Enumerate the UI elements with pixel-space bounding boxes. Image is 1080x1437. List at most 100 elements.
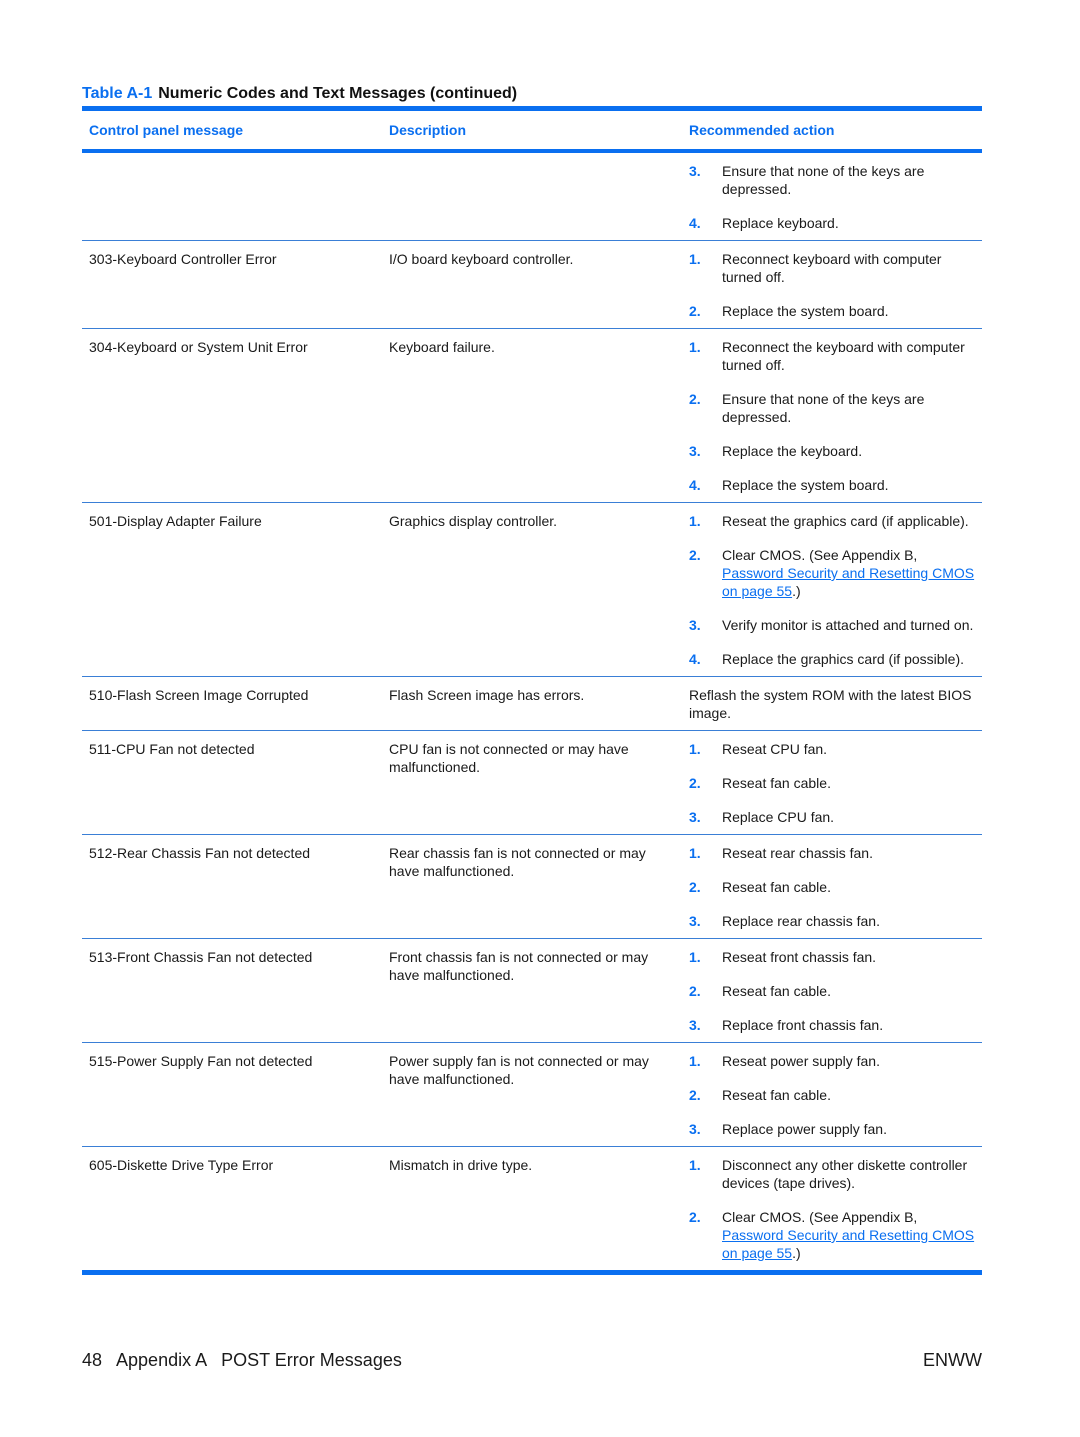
- step-text-container: Reseat the graphics card (if applicable)…: [722, 512, 982, 530]
- cell-action: 1. Disconnect any other diskette controll…: [682, 1156, 982, 1262]
- cell-action: 1. Reseat the graphics card (if applicabl…: [682, 512, 982, 668]
- action-steps: 1. Reseat rear chassis fan. 2. Reseat fan c…: [689, 844, 982, 930]
- step-text: Reseat fan cable.: [722, 983, 831, 999]
- cell-description: Flash Screen image has errors.: [389, 687, 585, 703]
- step-text: Reseat fan cable.: [722, 879, 831, 895]
- step-text: Replace the graphics card (if possible).: [722, 651, 965, 667]
- step-text-container: Replace power supply fan.: [722, 1120, 982, 1138]
- step-number: 1.: [689, 251, 701, 267]
- action-step: 1. Reconnect the keyboard with computer t…: [689, 338, 982, 374]
- header-control-panel-message: Control panel message: [89, 122, 244, 138]
- table-row: 515-Power Supply Fan not detected Power s…: [82, 1043, 982, 1147]
- step-number: 2.: [689, 879, 701, 895]
- step-text: Reseat power supply fan.: [722, 1053, 880, 1069]
- step-number: 2.: [689, 1209, 701, 1225]
- page-number: 48: [82, 1350, 103, 1370]
- action-steps: 1. Disconnect any other diskette controll…: [689, 1156, 982, 1262]
- cell-action: 1. Reseat power supply fan. 2. Reseat fan c…: [682, 1052, 982, 1138]
- step-text-container: Reseat fan cable.: [722, 982, 982, 1000]
- step-number: 3.: [689, 617, 701, 633]
- action-step: 3. Replace CPU fan.: [689, 808, 982, 826]
- step-text-container: Clear CMOS. (See Appendix B, Password Se…: [722, 546, 982, 600]
- action-steps: 1. Reseat CPU fan. 2. Reseat fan cable. 3. Re…: [689, 740, 982, 826]
- cell-action: 1. Reconnect the keyboard with computer t…: [682, 338, 982, 494]
- table-row: 304-Keyboard or System Unit Error Keyboar…: [82, 329, 982, 503]
- step-number: 1.: [689, 1053, 701, 1069]
- cell-message: 605-Diskette Drive Type Error: [89, 1157, 274, 1173]
- cell-action: 1. Reseat CPU fan. 2. Reseat fan cable. 3. Re…: [682, 740, 982, 826]
- step-text: Ensure that none of the keys are depress…: [722, 391, 925, 425]
- table-row: 510-Flash Screen Image Corrupted Flash Sc…: [82, 677, 982, 731]
- action-step: 1. Reseat CPU fan.: [689, 740, 982, 758]
- cell-message: 303-Keyboard Controller Error: [89, 251, 277, 267]
- step-number: 3.: [689, 163, 701, 179]
- cell-message: 510-Flash Screen Image Corrupted: [89, 687, 309, 703]
- action-step: 4. Replace the graphics card (if possible…: [689, 650, 982, 668]
- step-text-container: Replace front chassis fan.: [722, 1016, 982, 1034]
- step-text-container: Disconnect any other diskette controller…: [722, 1156, 982, 1192]
- step-text-container: Verify monitor is attached and turned on…: [722, 616, 982, 634]
- bottom-rule: [82, 1270, 982, 1275]
- action-step: 2. Reseat fan cable.: [689, 1086, 982, 1104]
- cell-message: 501-Display Adapter Failure: [89, 513, 262, 529]
- cmos-reference-link[interactable]: Password Security and Resetting CMOS on …: [722, 1227, 974, 1261]
- table-row: 511-CPU Fan not detected CPU fan is not c…: [82, 731, 982, 835]
- step-number: 2.: [689, 1087, 701, 1103]
- step-text-container: Reconnect keyboard with computer turned …: [722, 250, 982, 286]
- table-row: 605-Diskette Drive Type Error Mismatch in…: [82, 1147, 982, 1270]
- action-step: 2. Ensure that none of the keys are depre…: [689, 390, 982, 426]
- step-number: 2.: [689, 983, 701, 999]
- step-text: Reseat front chassis fan.: [722, 949, 877, 965]
- action-step: 3. Replace the keyboard.: [689, 442, 982, 460]
- cell-description: [382, 162, 682, 232]
- cell-action: 3. Ensure that none of the keys are depre…: [682, 162, 982, 232]
- page-footer: 48 Appendix A POST Error Messages ENWW: [82, 1350, 982, 1371]
- step-text: Replace power supply fan.: [722, 1121, 887, 1137]
- cell-message: 511-CPU Fan not detected: [89, 741, 255, 757]
- action-step: 1. Reseat rear chassis fan.: [689, 844, 982, 862]
- cmos-reference-link[interactable]: Password Security and Resetting CMOS on …: [722, 565, 974, 599]
- cell-description: Power supply fan is not connected or may…: [389, 1053, 649, 1087]
- action-step: 2. Replace the system board.: [689, 302, 982, 320]
- cell-description: Rear chassis fan is not connected or may…: [389, 845, 646, 879]
- step-number: 4.: [689, 215, 701, 231]
- cell-message: 515-Power Supply Fan not detected: [89, 1053, 313, 1069]
- step-text: Reseat the graphics card (if applicable)…: [722, 513, 969, 529]
- step-text-container: Replace the graphics card (if possible).: [722, 650, 982, 668]
- step-text-container: Ensure that none of the keys are depress…: [722, 390, 982, 426]
- step-text: Ensure that none of the keys are depress…: [722, 163, 925, 197]
- cell-message: 304-Keyboard or System Unit Error: [89, 339, 308, 355]
- cell-message: [82, 162, 382, 232]
- step-text-container: Ensure that none of the keys are depress…: [722, 162, 982, 198]
- action-steps: 3. Ensure that none of the keys are depre…: [689, 162, 982, 232]
- step-number: 2.: [689, 775, 701, 791]
- action-steps: 1. Reseat the graphics card (if applicabl…: [689, 512, 982, 668]
- action-step: 1. Reconnect keyboard with computer turne…: [689, 250, 982, 286]
- step-text: Reseat fan cable.: [722, 1087, 831, 1103]
- step-text-container: Reseat front chassis fan.: [722, 948, 982, 966]
- step-number: 3.: [689, 1017, 701, 1033]
- table-body: 3. Ensure that none of the keys are depre…: [82, 153, 982, 1270]
- step-number: 4.: [689, 477, 701, 493]
- action-step: 2. Reseat fan cable.: [689, 774, 982, 792]
- step-text: Clear CMOS. (See Appendix B,: [722, 547, 918, 563]
- step-text: Replace the keyboard.: [722, 443, 863, 459]
- cell-action: 1. Reseat rear chassis fan. 2. Reseat fan c…: [682, 844, 982, 930]
- step-number: 1.: [689, 513, 701, 529]
- cell-message: 512-Rear Chassis Fan not detected: [89, 845, 311, 861]
- action-step: 4. Replace keyboard.: [689, 214, 982, 232]
- error-table: Control panel message Description Recomm…: [82, 106, 982, 1275]
- step-text-container: Replace rear chassis fan.: [722, 912, 982, 930]
- step-text: Reconnect keyboard with computer turned …: [722, 251, 942, 285]
- table-row: 512-Rear Chassis Fan not detected Rear ch…: [82, 835, 982, 939]
- step-text: Clear CMOS. (See Appendix B,: [722, 1209, 918, 1225]
- step-text: Replace front chassis fan.: [722, 1017, 884, 1033]
- action-steps: 1. Reseat power supply fan. 2. Reseat fan c…: [689, 1052, 982, 1138]
- table-caption: Table A-1 Numeric Codes and Text Messages…: [82, 85, 517, 103]
- section-title: Appendix A POST Error Messages: [116, 1350, 402, 1370]
- step-text: Replace the system board.: [722, 303, 889, 319]
- cell-description: Graphics display controller.: [389, 513, 558, 529]
- action-step: 2. Clear CMOS. (See Appendix B, Password …: [689, 1208, 982, 1262]
- step-text: Verify monitor is attached and turned on…: [722, 617, 974, 633]
- header-recommended-action: Recommended action: [689, 122, 835, 138]
